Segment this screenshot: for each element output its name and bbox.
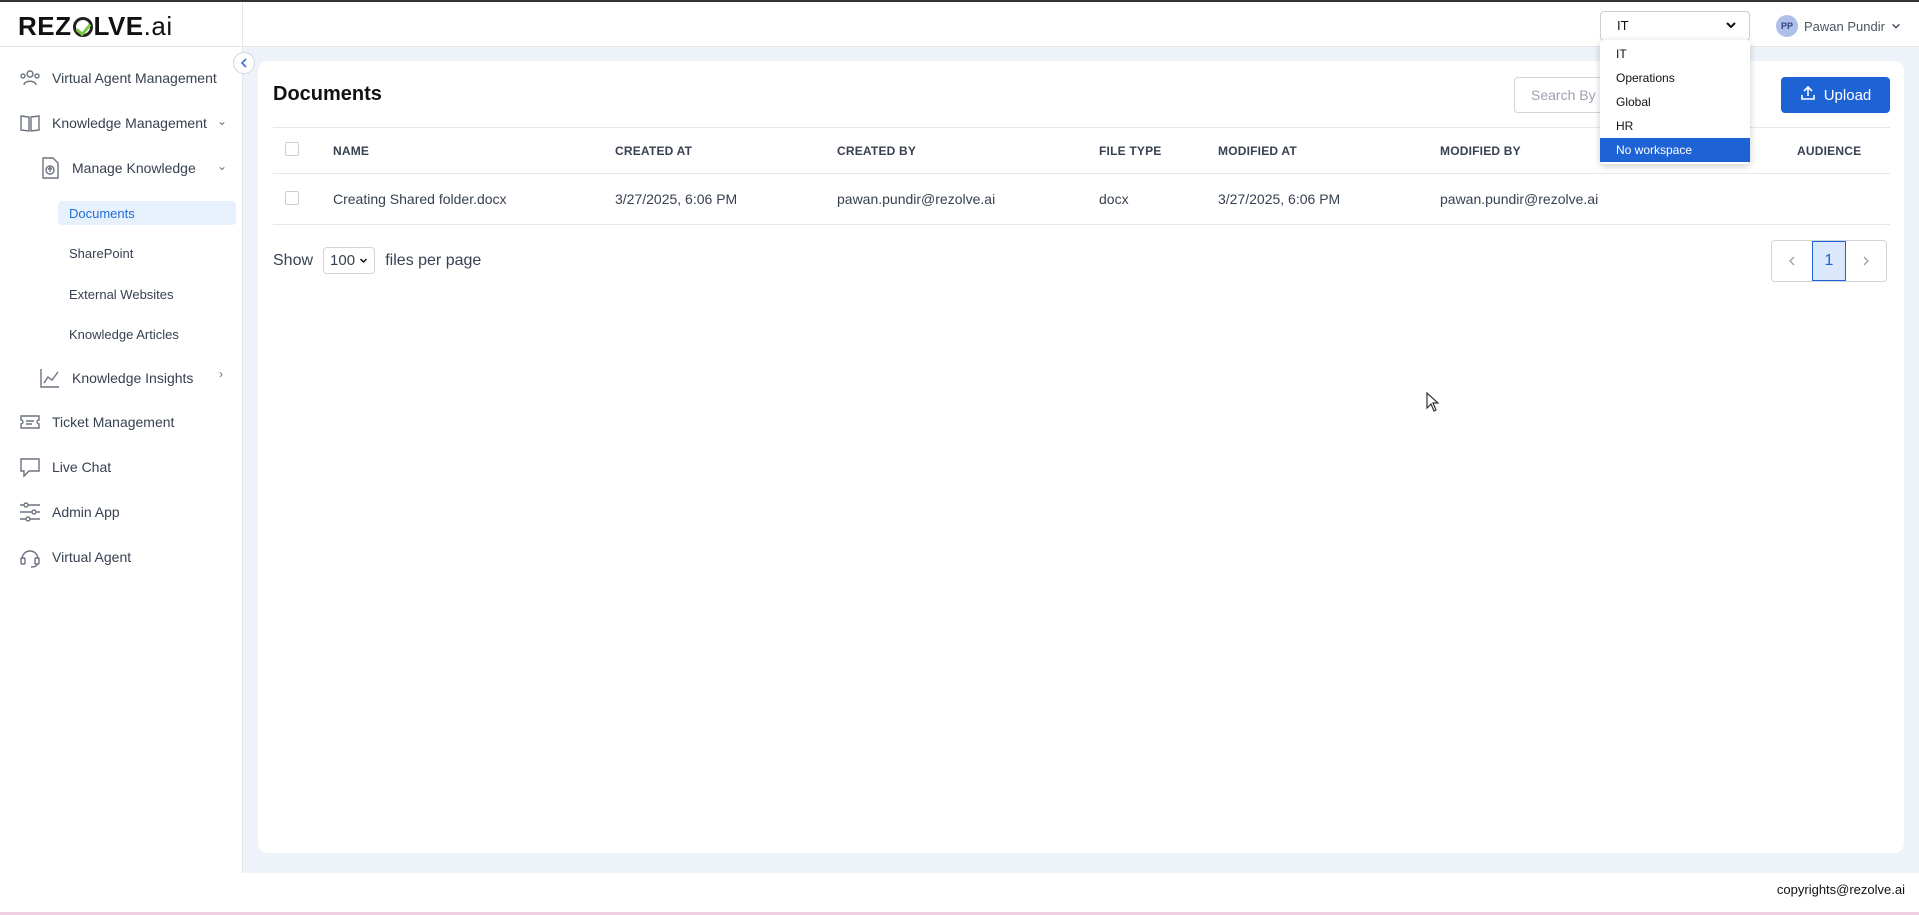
- upload-button[interactable]: Upload: [1781, 77, 1890, 113]
- cell-created-at: 3/27/2025, 6:06 PM: [615, 173, 837, 225]
- show-label: Show: [273, 251, 314, 269]
- sidebar-item-label: Knowledge Insights: [72, 370, 194, 386]
- sidebar-item-admin-app[interactable]: Admin App: [18, 499, 120, 525]
- workspace-select[interactable]: IT: [1600, 11, 1750, 41]
- table-row[interactable]: Creating Shared folder.docx 3/27/2025, 6…: [273, 173, 1890, 225]
- logo-check-icon: [72, 17, 93, 37]
- sidebar-item-ticket-management[interactable]: Ticket Management: [18, 409, 174, 435]
- sidebar-item-virtual-agent-management[interactable]: Virtual Agent Management: [18, 65, 217, 91]
- sidebar-item-knowledge-management[interactable]: Knowledge Management: [18, 110, 207, 136]
- cell-audience: [1797, 173, 1890, 225]
- chevron-left-icon: [1789, 256, 1795, 266]
- sliders-icon: [18, 500, 42, 524]
- next-page-button[interactable]: [1846, 241, 1886, 281]
- cell-file-type: docx: [1099, 173, 1218, 225]
- header-divider: [242, 2, 243, 49]
- avatar: PP: [1776, 15, 1798, 37]
- cell-modified-by: pawan.pundir@rezolve.ai: [1440, 173, 1797, 225]
- chevron-right-icon: [1863, 256, 1869, 266]
- headset-icon: [18, 545, 42, 569]
- column-header-name[interactable]: NAME: [333, 127, 615, 174]
- chevron-down-icon: [360, 258, 368, 264]
- chevron-down-icon: [1725, 19, 1737, 34]
- row-checkbox[interactable]: [285, 190, 299, 205]
- document-upload-icon: [38, 156, 62, 180]
- column-header-file-type[interactable]: FILE TYPE: [1099, 127, 1218, 174]
- chevron-down-icon[interactable]: ⌄: [217, 159, 227, 173]
- workspace-option-hr[interactable]: HR: [1600, 114, 1750, 138]
- column-header-modified-at[interactable]: MODIFIED AT: [1218, 127, 1440, 174]
- sidebar-item-virtual-agent[interactable]: Virtual Agent: [18, 544, 131, 570]
- logo-text-start: REZ: [18, 11, 72, 41]
- chevron-right-icon[interactable]: ›: [219, 367, 223, 381]
- column-header-created-by[interactable]: CREATED BY: [837, 127, 1099, 174]
- workspace-dropdown-menu: IT Operations Global HR No workspace: [1600, 40, 1750, 164]
- upload-icon: [1800, 85, 1816, 105]
- page-button-current[interactable]: 1: [1812, 241, 1846, 281]
- per-page-suffix: files per page: [385, 251, 482, 269]
- sidebar-item-live-chat[interactable]: Live Chat: [18, 454, 111, 480]
- column-header-audience[interactable]: AUDIENCE: [1797, 127, 1890, 174]
- column-header-created-at[interactable]: CREATED AT: [615, 127, 837, 174]
- sidebar: Virtual Agent Management Knowledge Manag…: [0, 47, 243, 873]
- sidebar-item-sharepoint[interactable]: SharePoint: [58, 241, 133, 265]
- sidebar-item-manage-knowledge[interactable]: Manage Knowledge: [38, 155, 196, 181]
- sidebar-item-label: Knowledge Management: [52, 115, 207, 131]
- cell-created-by: pawan.pundir@rezolve.ai: [837, 173, 1099, 225]
- logo-suffix: .ai: [143, 11, 173, 41]
- collapse-sidebar-button[interactable]: [233, 52, 255, 74]
- sidebar-item-label: Ticket Management: [52, 414, 175, 430]
- cell-name[interactable]: Creating Shared folder.docx: [333, 173, 615, 225]
- chevron-left-icon: [240, 58, 247, 68]
- chevron-down-icon[interactable]: ⌄: [217, 114, 227, 128]
- footer: copyrights@rezolve.ai: [0, 873, 1919, 915]
- sidebar-item-knowledge-articles[interactable]: Knowledge Articles: [58, 322, 179, 346]
- workspace-selected-value: IT: [1617, 18, 1629, 33]
- sidebar-item-label: Live Chat: [52, 459, 112, 475]
- page-title: Documents: [273, 83, 382, 105]
- workspace-option-no-workspace[interactable]: No workspace: [1600, 138, 1750, 162]
- mouse-cursor-icon: [1426, 391, 1440, 417]
- users-icon: [18, 66, 42, 90]
- chart-icon: [38, 366, 62, 390]
- upload-label: Upload: [1823, 86, 1872, 104]
- prev-page-button[interactable]: [1772, 241, 1812, 281]
- sidebar-item-label: Virtual Agent: [52, 549, 132, 565]
- chevron-down-icon: [1891, 19, 1901, 34]
- sidebar-item-knowledge-insights[interactable]: Knowledge Insights: [38, 365, 193, 391]
- ticket-icon: [18, 410, 42, 434]
- workspace-option-it[interactable]: IT: [1600, 42, 1750, 66]
- documents-card: Documents Search By Upload NAME CREATED …: [258, 61, 1904, 853]
- pagination: 1: [1771, 240, 1887, 282]
- workspace-option-global[interactable]: Global: [1600, 90, 1750, 114]
- per-page-value: 100: [330, 252, 356, 269]
- select-all-checkbox[interactable]: [285, 142, 299, 156]
- workspace-option-operations[interactable]: Operations: [1600, 66, 1750, 90]
- sidebar-item-label: Virtual Agent Management: [52, 70, 217, 86]
- user-menu[interactable]: PP Pawan Pundir: [1776, 14, 1901, 38]
- search-placeholder: Search By: [1531, 87, 1596, 103]
- logo-text-end: LVE: [93, 11, 144, 41]
- per-page-control: Show 100 files per page: [273, 247, 481, 274]
- footer-copyright: copyrights@rezolve.ai: [1776, 882, 1905, 897]
- user-name: Pawan Pundir: [1804, 18, 1885, 34]
- sidebar-item-label: Manage Knowledge: [72, 160, 196, 176]
- book-icon: [18, 111, 42, 135]
- sidebar-item-label: Admin App: [52, 504, 120, 520]
- cell-modified-at: 3/27/2025, 6:06 PM: [1218, 173, 1440, 225]
- chat-icon: [18, 455, 42, 479]
- rezolve-logo[interactable]: REZ LVE.ai: [18, 11, 173, 42]
- per-page-select[interactable]: 100: [323, 247, 376, 274]
- sidebar-item-external-websites[interactable]: External Websites: [58, 282, 174, 306]
- sidebar-item-documents[interactable]: Documents: [58, 201, 236, 225]
